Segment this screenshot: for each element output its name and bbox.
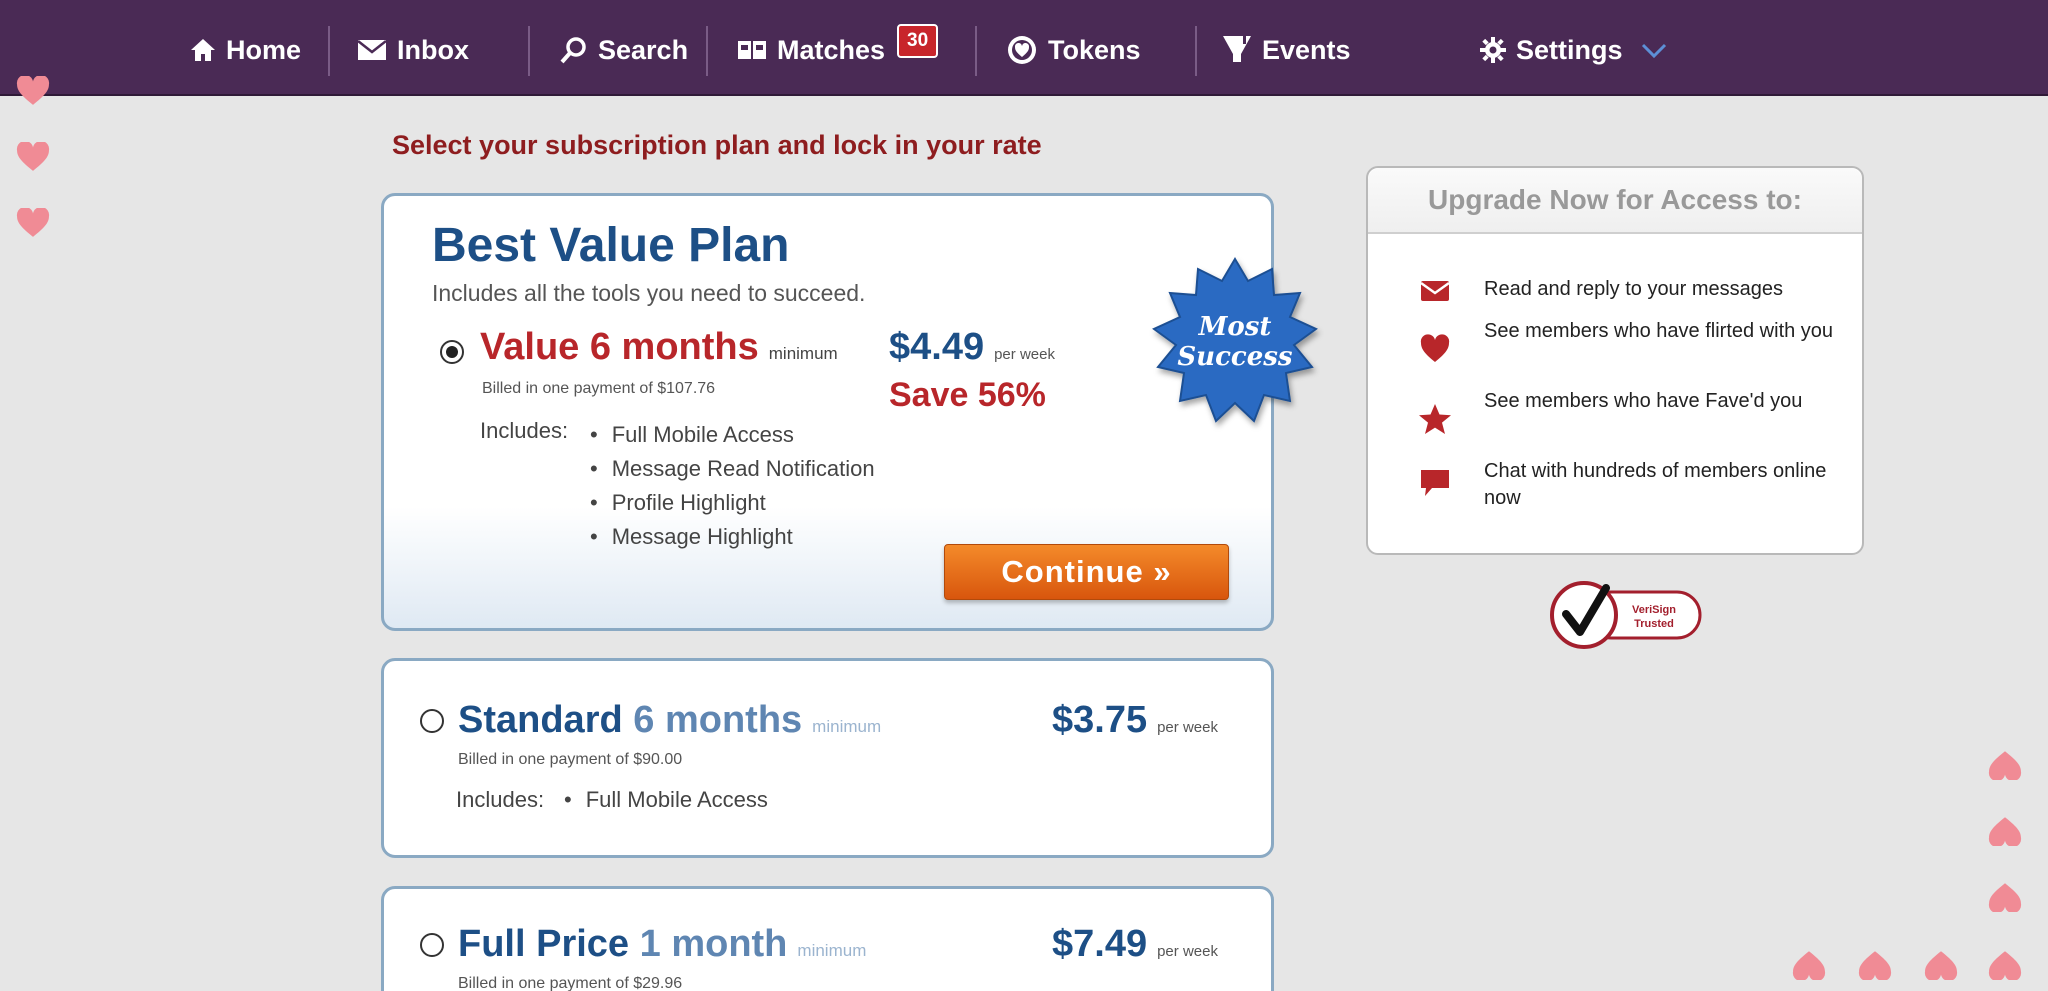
list-item: Message Read Notification — [590, 452, 875, 486]
heart-icon — [1858, 951, 1892, 980]
list-item: Message Highlight — [590, 520, 875, 554]
nav-events[interactable]: Events — [1222, 28, 1351, 72]
badge-line-2: Success — [1177, 342, 1293, 372]
badge-line-1: Most — [1198, 312, 1272, 342]
gear-icon — [1480, 37, 1506, 63]
nav-matches[interactable]: Matches 30 — [737, 24, 939, 72]
plan-price: $4.49 per week — [889, 326, 1055, 368]
nav-divider — [706, 26, 708, 76]
list-item: Full Mobile Access — [590, 418, 875, 452]
nav-inbox[interactable]: Inbox — [357, 28, 469, 72]
billed-text: Billed in one payment of $90.00 — [458, 751, 683, 768]
nav-settings[interactable]: Settings — [1480, 28, 1667, 72]
nav-divider — [975, 26, 977, 76]
chat-bubble-icon — [1421, 470, 1449, 496]
verisign-line-1: VeriSign — [1632, 604, 1676, 616]
plan-option-name: Full Price 1 month minimum — [458, 923, 867, 965]
plan-price: $3.75 per week — [1052, 699, 1218, 741]
includes-label: Includes: — [456, 787, 545, 812]
home-icon — [190, 38, 216, 62]
nav-divider — [328, 26, 330, 76]
nav-search[interactable]: Search — [560, 28, 688, 72]
upgrade-benefits-panel: Upgrade Now for Access to: Read and repl… — [1366, 166, 1864, 555]
list-item: Profile Highlight — [590, 486, 875, 520]
benefit-text: See members who have Fave'd you — [1484, 390, 1803, 412]
search-icon — [560, 36, 588, 64]
nav-home-label: Home — [226, 34, 302, 65]
plan-price: $7.49 per week — [1052, 923, 1218, 965]
envelope-icon — [357, 39, 387, 61]
plan-radio-full-price[interactable] — [420, 933, 444, 957]
nav-tokens-label: Tokens — [1048, 34, 1141, 65]
most-success-badge: Most Success — [1152, 257, 1318, 423]
matches-count-badge: 30 — [897, 24, 939, 58]
nav-matches-label: Matches — [777, 34, 886, 65]
includes-list: Full Mobile Access Message Read Notifica… — [590, 418, 875, 554]
heart-icon — [1988, 883, 2022, 912]
verisign-line-2: Trusted — [1634, 618, 1674, 630]
plan-card-standard[interactable]: Standard 6 months minimum Billed in one p… — [381, 658, 1274, 858]
minimum-label: minimum — [797, 941, 867, 960]
heart-icon — [16, 208, 50, 237]
benefit-text: See members who have flirted with you — [1484, 320, 1834, 342]
top-nav-bar: Home Inbox Search Matches 30 Tokens Even… — [0, 0, 2048, 96]
heart-icon — [16, 76, 50, 105]
save-percent: Save 56% — [889, 376, 1046, 414]
matches-icon — [737, 38, 767, 62]
plan-option-name: Value 6 months minimum — [480, 326, 838, 368]
heart-icon — [1792, 951, 1826, 980]
billed-text: Billed in one payment of $107.76 — [482, 380, 716, 397]
envelope-icon — [1420, 281, 1450, 301]
nav-events-label: Events — [1262, 34, 1351, 65]
plan-radio-standard[interactable] — [420, 709, 444, 733]
page-headline: Select your subscription plan and lock i… — [392, 130, 1042, 160]
nav-search-label: Search — [598, 34, 689, 65]
plan-card-full-price[interactable]: Full Price 1 month minimum Billed in one … — [381, 886, 1274, 991]
chevron-down-icon[interactable] — [1641, 35, 1667, 66]
verisign-trusted-seal[interactable]: VeriSign Trusted — [1548, 578, 1704, 652]
heart-icon — [1988, 751, 2022, 780]
plan-subtitle: Includes all the tools you need to succe… — [432, 280, 866, 306]
cocktail-icon — [1222, 34, 1252, 66]
minimum-label: minimum — [768, 344, 838, 363]
nav-inbox-label: Inbox — [397, 34, 469, 65]
heart-icon — [1988, 951, 2022, 980]
heart-icon — [1988, 817, 2022, 846]
nav-home[interactable]: Home — [190, 28, 301, 72]
nav-settings-label: Settings — [1516, 34, 1623, 65]
plan-radio-value[interactable] — [440, 340, 464, 364]
star-icon — [1419, 404, 1451, 434]
heart-icon — [1924, 951, 1958, 980]
nav-tokens[interactable]: Tokens — [1006, 28, 1141, 72]
benefit-text: Read and reply to your messages — [1484, 278, 1784, 300]
upgrade-panel-title: Upgrade Now for Access to: — [1368, 168, 1862, 234]
token-icon — [1006, 34, 1038, 66]
nav-divider — [528, 26, 530, 76]
minimum-label: minimum — [812, 717, 882, 736]
heart-icon — [16, 142, 50, 171]
plan-title: Best Value Plan — [432, 219, 790, 272]
list-item: Full Mobile Access — [564, 783, 768, 817]
benefit-text: Chat with hundreds of members online now — [1484, 460, 1827, 509]
heart-icon — [1420, 334, 1450, 362]
includes-list: Full Mobile Access — [564, 783, 768, 817]
billed-text: Billed in one payment of $29.96 — [458, 975, 683, 991]
includes-label: Includes: — [480, 418, 569, 443]
nav-divider — [1195, 26, 1197, 76]
continue-button[interactable]: Continue » — [944, 544, 1229, 600]
plan-option-name: Standard 6 months minimum — [458, 699, 882, 741]
